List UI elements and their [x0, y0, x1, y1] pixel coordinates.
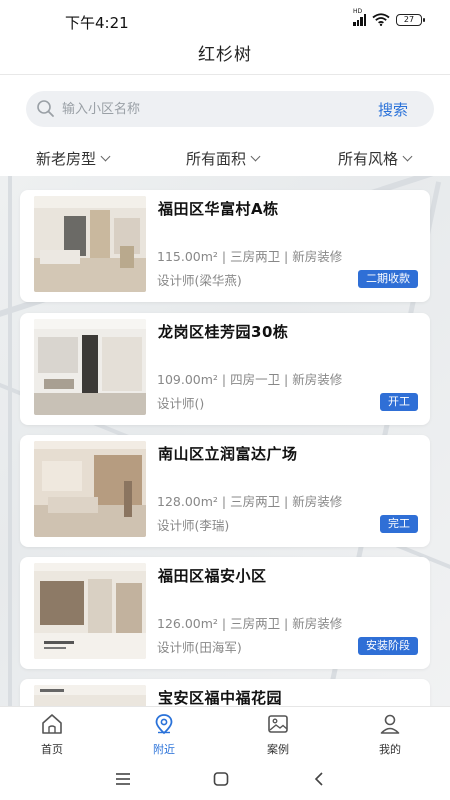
user-icon	[380, 714, 400, 734]
listing-title: 宝安区福中福花园	[158, 689, 283, 706]
search-button[interactable]: 搜索	[378, 99, 408, 120]
system-nav-bar	[0, 762, 450, 800]
listing-card[interactable]: 福田区福安小区 126.00m² | 三房两卫 | 新房装修 设计师(田海军) …	[20, 557, 430, 669]
listing-designer: 设计师()	[157, 396, 205, 411]
listing-list[interactable]: 福田区华富村A栋 115.00m² | 三房两卫 | 新房装修 设计师(梁华燕)…	[0, 176, 450, 706]
listing-thumbnail	[34, 685, 146, 706]
filter-label: 所有风格	[338, 150, 399, 168]
status-badge: 二期收款	[358, 270, 418, 288]
filter-house-type[interactable]: 新老房型	[36, 148, 111, 169]
title-bar: 红杉树	[0, 38, 450, 72]
filter-area[interactable]: 所有面积	[186, 148, 261, 169]
map-background	[8, 176, 12, 706]
search-input[interactable]	[62, 97, 342, 121]
listing-meta: 128.00m² | 三房两卫 | 新房装修	[157, 494, 343, 509]
status-icons: HD 27	[353, 8, 425, 26]
tab-nearby[interactable]: 附近	[134, 713, 194, 757]
chevron-down-icon	[402, 151, 413, 162]
listing-title: 南山区立润富达广场	[158, 445, 298, 463]
home-icon	[42, 714, 62, 734]
battery-level: 27	[403, 14, 415, 24]
listing-card[interactable]: 福田区华富村A栋 115.00m² | 三房两卫 | 新房装修 设计师(梁华燕)…	[20, 190, 430, 302]
divider	[0, 74, 450, 75]
search-bar[interactable]: 搜索	[26, 91, 434, 127]
filter-style[interactable]: 所有风格	[338, 148, 413, 169]
listing-thumbnail	[34, 319, 146, 415]
filter-bar: 新老房型 所有面积 所有风格	[0, 140, 450, 176]
tab-cases[interactable]: 案例	[248, 713, 308, 757]
listing-title: 龙岗区桂芳园30栋	[158, 323, 289, 341]
image-icon	[268, 715, 288, 733]
status-time: 下午4:21	[65, 14, 129, 32]
tab-label: 案例	[267, 743, 289, 756]
filter-label: 新老房型	[36, 150, 97, 168]
listing-card[interactable]: 龙岗区桂芳园30栋 109.00m² | 四房一卫 | 新房装修 设计师() 开…	[20, 313, 430, 425]
search-icon	[37, 100, 54, 117]
listing-designer: 设计师(李瑞)	[157, 518, 230, 533]
network-label: HD	[353, 8, 363, 15]
wifi-icon	[372, 13, 390, 26]
cellular-signal-icon: HD	[353, 8, 366, 26]
status-bar: 下午4:21 HD 27	[0, 0, 450, 38]
chevron-down-icon	[250, 151, 261, 162]
listing-thumbnail	[34, 196, 146, 292]
battery-icon: 27	[396, 13, 425, 26]
menu-icon[interactable]	[114, 770, 132, 788]
listing-designer: 设计师(田海军)	[157, 640, 242, 655]
listing-card[interactable]: 南山区立润富达广场 128.00m² | 三房两卫 | 新房装修 设计师(李瑞)…	[20, 435, 430, 547]
home-square-icon[interactable]	[212, 770, 230, 788]
status-badge: 安装阶段	[358, 637, 418, 655]
status-badge: 开工	[380, 393, 418, 411]
listing-designer: 设计师(梁华燕)	[157, 273, 242, 288]
bottom-tab-bar: 首页 附近 案例 我的	[0, 706, 450, 762]
listing-card[interactable]: 宝安区福中福花园	[20, 679, 430, 706]
listing-title: 福田区福安小区	[158, 567, 267, 585]
listing-title: 福田区华富村A栋	[158, 200, 279, 218]
listing-meta: 126.00m² | 三房两卫 | 新房装修	[157, 616, 343, 631]
listing-meta: 109.00m² | 四房一卫 | 新房装修	[157, 372, 343, 387]
tab-label: 我的	[379, 743, 401, 756]
listing-meta: 115.00m² | 三房两卫 | 新房装修	[157, 249, 343, 264]
tab-label: 附近	[153, 743, 175, 756]
listing-thumbnail	[34, 563, 146, 659]
status-badge: 完工	[380, 515, 418, 533]
page-title: 红杉树	[198, 45, 252, 65]
location-pin-icon	[155, 714, 173, 735]
listing-thumbnail	[34, 441, 146, 537]
chevron-down-icon	[100, 151, 111, 162]
tab-label: 首页	[41, 743, 63, 756]
back-icon[interactable]	[310, 770, 328, 788]
tab-home[interactable]: 首页	[22, 713, 82, 757]
filter-label: 所有面积	[186, 150, 247, 168]
tab-profile[interactable]: 我的	[360, 713, 420, 757]
